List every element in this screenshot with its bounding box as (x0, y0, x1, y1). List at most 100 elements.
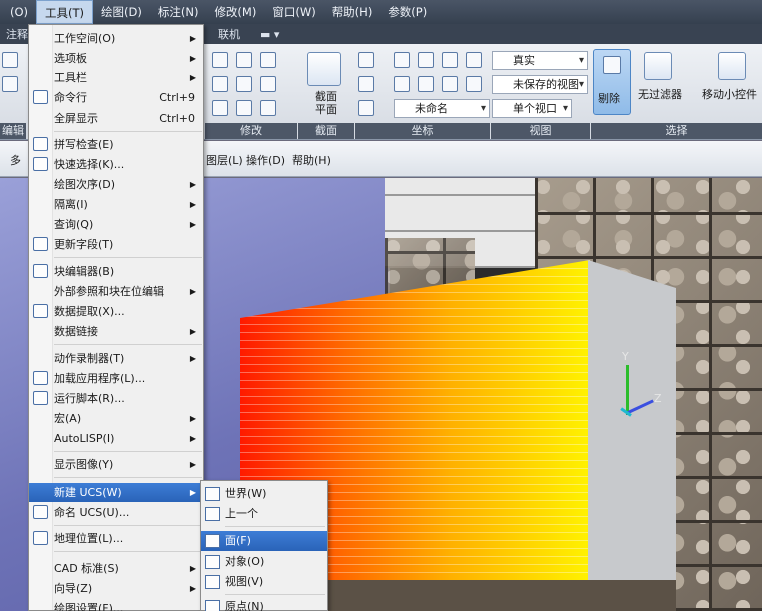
panel-modify-title[interactable]: 修改 (205, 123, 297, 139)
tools-menu-item-15[interactable]: 动作录制器(T) ▶ (29, 349, 203, 368)
visual-style-dropdown[interactable]: 真实 (492, 51, 588, 70)
menu-dimension[interactable]: 标注(N) (150, 0, 207, 24)
tools-menu-item-12[interactable]: 外部参照和块在位编辑 ▶ (29, 282, 203, 301)
submenu-arrow-icon: ▶ (189, 73, 196, 82)
tools-menu-item-14[interactable]: 数据链接 ▶ (29, 322, 203, 341)
tools-menu-item-3[interactable]: 命令行 Ctrl+9 (29, 88, 203, 107)
tools-menu-item-2[interactable]: 工具栏 ▶ (29, 68, 203, 87)
tools-menu-item-24[interactable]: CAD 标准(S) ▶ (29, 559, 203, 578)
ucs-object-icon[interactable] (442, 52, 458, 68)
ucs-submenu-item-2[interactable]: 面(F) (201, 531, 327, 551)
extrude-icon[interactable] (2, 76, 18, 92)
ucs-z-icon[interactable] (418, 76, 434, 92)
ucs-submenu-item-5[interactable]: 原点(N) (201, 597, 327, 611)
ucs-submenu-item-4[interactable]: 视图(V) (201, 572, 327, 592)
axis-y-label: Y (622, 350, 629, 363)
ucs-submenu-item-3[interactable]: 对象(O) (201, 552, 327, 572)
ucs-previous-icon[interactable] (394, 76, 410, 92)
offset-icon[interactable] (260, 100, 276, 116)
ucs-view-icon[interactable] (466, 52, 482, 68)
tools-menu-item-0[interactable]: 工作空间(O) ▶ (29, 29, 203, 48)
menu-tools[interactable]: 工具(T) (36, 0, 94, 24)
filter-label[interactable]: 无过滤器 (638, 86, 682, 102)
tools-menu-item-23[interactable]: 地理位置(L)... (29, 529, 203, 548)
fillet-icon[interactable] (212, 100, 228, 116)
filter-cube-icon[interactable] (644, 52, 672, 80)
panel-view-title[interactable]: 视图 (491, 123, 590, 139)
ucs-submenu-item-0[interactable]: 世界(W) (201, 484, 327, 504)
menu-draw[interactable]: 绘图(D) (93, 0, 150, 24)
ucs-view-icon (205, 575, 220, 589)
toolbar-layer[interactable]: 图层(L) (206, 152, 243, 168)
tab-extra-icon[interactable]: ▬ ▾ (250, 28, 289, 41)
tools-menu-item-13[interactable]: 数据提取(X)... (29, 302, 203, 321)
menu-item-label: 动作录制器(T) (54, 352, 125, 365)
gizmo-icon[interactable] (718, 52, 746, 80)
section-plane-icon[interactable] (307, 52, 341, 86)
named-ucs-dropdown[interactable]: 未命名 (394, 99, 490, 118)
ucs-named-icon[interactable] (358, 100, 374, 116)
tools-menu-item-21[interactable]: 新建 UCS(W) ▶ (29, 483, 203, 502)
menu-separator (54, 131, 202, 132)
tab-online[interactable]: 联机 (208, 26, 250, 42)
ucs-submenu-item-1[interactable]: 上一个 (201, 504, 327, 524)
tools-menu-item-22[interactable]: 命名 UCS(U)... (29, 503, 203, 522)
menu-parametric[interactable]: 参数(P) (380, 0, 435, 24)
tools-menu-item-5[interactable]: 拼写检查(E) (29, 135, 203, 154)
tools-menu-item-20[interactable]: 显示图像(Y) ▶ (29, 455, 203, 474)
panel-coordinates-title[interactable]: 坐标 (355, 123, 490, 139)
submenu-arrow-icon: ▶ (189, 220, 196, 229)
tools-menu-item-1[interactable]: 选项板 ▶ (29, 49, 203, 68)
tools-menu-item-9[interactable]: 查询(Q) ▶ (29, 215, 203, 234)
panel-edit-title[interactable]: 编辑 (0, 123, 26, 139)
menu-o[interactable]: (O) (2, 0, 36, 24)
ucs-world-icon[interactable] (394, 52, 410, 68)
ucs-origin-icon[interactable] (358, 76, 374, 92)
section-plane-label[interactable]: 截面 平面 (311, 90, 341, 116)
toolbar-operate[interactable]: 操作(D) (246, 152, 285, 168)
block-editor-icon (33, 264, 48, 278)
panel-section-title[interactable]: 截面 (298, 123, 354, 139)
tools-menu-item-10[interactable]: 更新字段(T) (29, 235, 203, 254)
tools-menu-item-8[interactable]: 隔离(I) ▶ (29, 195, 203, 214)
ucs-icon[interactable] (358, 52, 374, 68)
ucs-face-icon[interactable] (418, 52, 434, 68)
tools-menu-item-19[interactable]: AutoLISP(I) ▶ (29, 429, 203, 448)
menu-window[interactable]: 窗口(W) (264, 0, 323, 24)
chamfer-icon[interactable] (236, 100, 252, 116)
tools-menu-item-6[interactable]: 快速选择(K)... (29, 155, 203, 174)
saved-view-dropdown[interactable]: 未保存的视图 (492, 75, 588, 94)
tools-menu-item-17[interactable]: 运行脚本(R)... (29, 389, 203, 408)
submenu-item-label: 世界(W) (225, 487, 267, 500)
toolbar-multi[interactable]: 多 (10, 152, 21, 168)
isolate-button[interactable]: 剔除 (593, 49, 631, 115)
gizmo-label[interactable]: 移动小控件 (702, 86, 757, 102)
toolbar-help[interactable]: 帮助(H) (292, 152, 331, 168)
tools-menu-item-11[interactable]: 块编辑器(B) (29, 262, 203, 281)
mirror-icon[interactable] (260, 52, 276, 68)
viewport-dropdown[interactable]: 单个视口 (492, 99, 572, 118)
move-icon[interactable] (212, 52, 228, 68)
submenu-arrow-icon: ▶ (189, 434, 196, 443)
array-icon[interactable] (212, 76, 228, 92)
tools-menu-item-16[interactable]: 加载应用程序(L)... (29, 369, 203, 388)
box-icon[interactable] (2, 52, 18, 68)
submenu-arrow-icon: ▶ (189, 488, 196, 497)
tools-menu-item-7[interactable]: 绘图次序(D) ▶ (29, 175, 203, 194)
align-icon[interactable] (236, 76, 252, 92)
menu-modify[interactable]: 修改(M) (206, 0, 264, 24)
rotate3d-icon[interactable] (236, 52, 252, 68)
menu-separator (54, 477, 202, 478)
ucs-3point-icon[interactable] (442, 76, 458, 92)
scale-icon[interactable] (260, 76, 276, 92)
tools-menu-item-25[interactable]: 向导(Z) ▶ (29, 579, 203, 598)
menu-help[interactable]: 帮助(H) (324, 0, 381, 24)
tools-menu-item-4[interactable]: 全屏显示 Ctrl+0 (29, 109, 203, 128)
tools-menu-item-18[interactable]: 宏(A) ▶ (29, 409, 203, 428)
menu-item-label: 查询(Q) (54, 218, 94, 231)
box-side-face (588, 260, 676, 580)
tools-menu-item-26[interactable]: 绘图设置(F)... (29, 599, 203, 611)
panel-selection-title[interactable]: 选择 (591, 123, 762, 139)
ucs-x-icon[interactable] (466, 76, 482, 92)
menu-separator (54, 344, 202, 345)
